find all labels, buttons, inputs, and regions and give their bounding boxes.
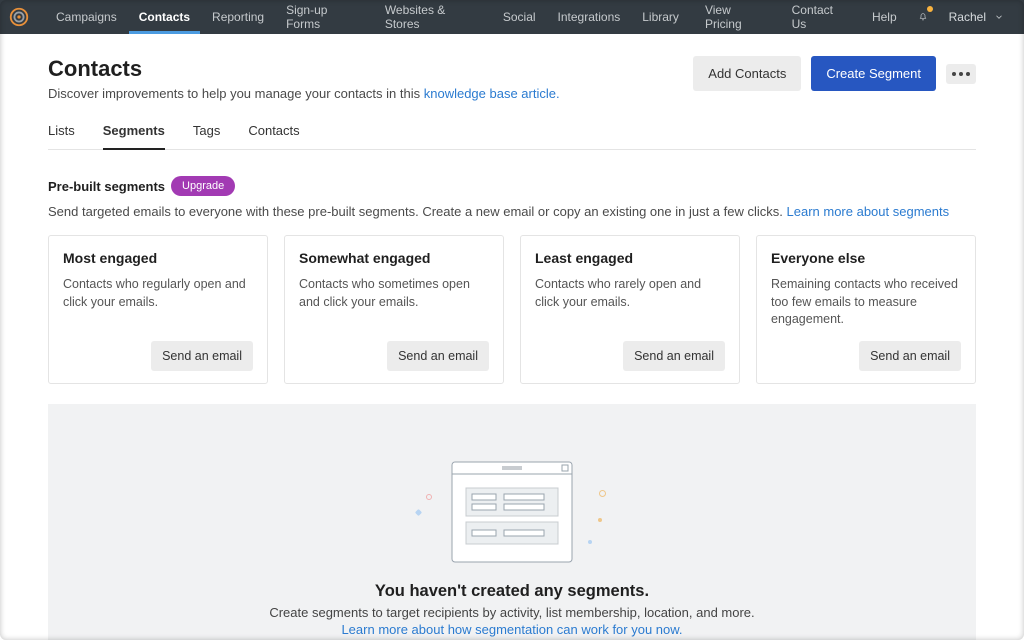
card-desc: Remaining contacts who received too few … [771, 276, 961, 329]
utility-nav: View Pricing Contact Us Help Rachel [695, 0, 1010, 34]
card-title: Least engaged [535, 250, 725, 266]
empty-state: You haven't created any segments. Create… [48, 404, 976, 640]
card-title: Most engaged [63, 250, 253, 266]
send-email-button[interactable]: Send an email [859, 341, 961, 371]
card-title: Everyone else [771, 250, 961, 266]
card-least-engaged: Least engaged Contacts who rarely open a… [520, 235, 740, 384]
send-email-button[interactable]: Send an email [623, 341, 725, 371]
card-desc: Contacts who regularly open and click yo… [63, 276, 253, 329]
more-icon [952, 72, 970, 76]
user-name: Rachel [949, 10, 986, 24]
tab-lists[interactable]: Lists [48, 123, 75, 149]
nav-campaigns[interactable]: Campaigns [46, 0, 127, 34]
segment-cards: Most engaged Contacts who regularly open… [48, 235, 976, 384]
kb-article-link[interactable]: knowledge base article. [424, 86, 560, 101]
tab-contacts[interactable]: Contacts [248, 123, 299, 149]
nav-social[interactable]: Social [493, 0, 546, 34]
brand-logo-icon[interactable] [8, 6, 30, 28]
card-most-engaged: Most engaged Contacts who regularly open… [48, 235, 268, 384]
card-desc: Contacts who sometimes open and click yo… [299, 276, 489, 329]
page-title: Contacts [48, 56, 560, 82]
tab-tags[interactable]: Tags [193, 123, 220, 149]
user-menu[interactable]: Rachel [939, 10, 1010, 24]
send-email-button[interactable]: Send an email [387, 341, 489, 371]
nav-pricing[interactable]: View Pricing [695, 0, 780, 34]
empty-learn-link[interactable]: Learn more about how segmentation can wo… [341, 622, 682, 637]
empty-desc: Create segments to target recipients by … [68, 605, 956, 620]
empty-title: You haven't created any segments. [68, 582, 956, 601]
add-contacts-button[interactable]: Add Contacts [693, 56, 801, 91]
nav-reporting[interactable]: Reporting [202, 0, 274, 34]
card-desc: Contacts who rarely open and click your … [535, 276, 725, 329]
nav-signup-forms[interactable]: Sign-up Forms [276, 0, 373, 34]
nav-library[interactable]: Library [632, 0, 689, 34]
nav-contact-us[interactable]: Contact Us [782, 0, 860, 34]
prebuilt-description: Send targeted emails to everyone with th… [48, 204, 976, 219]
upgrade-badge[interactable]: Upgrade [171, 176, 235, 196]
create-segment-button[interactable]: Create Segment [811, 56, 936, 91]
learn-segments-link[interactable]: Learn more about segments [787, 204, 950, 219]
primary-nav: Campaigns Contacts Reporting Sign-up For… [46, 0, 689, 34]
chevron-down-icon [994, 12, 1004, 22]
nav-contacts[interactable]: Contacts [129, 0, 200, 34]
empty-illustration-icon [442, 460, 582, 570]
nav-help[interactable]: Help [862, 0, 907, 34]
nav-integrations[interactable]: Integrations [548, 0, 631, 34]
card-everyone-else: Everyone else Remaining contacts who rec… [756, 235, 976, 384]
page-body: Contacts Discover improvements to help y… [0, 34, 1024, 640]
sub-tabs: Lists Segments Tags Contacts [48, 123, 976, 150]
tab-segments[interactable]: Segments [103, 123, 165, 150]
notifications-icon[interactable] [909, 0, 937, 34]
topbar: Campaigns Contacts Reporting Sign-up For… [0, 0, 1024, 34]
prebuilt-heading: Pre-built segments [48, 179, 165, 194]
card-title: Somewhat engaged [299, 250, 489, 266]
send-email-button[interactable]: Send an email [151, 341, 253, 371]
page-subtitle: Discover improvements to help you manage… [48, 86, 560, 101]
more-actions-button[interactable] [946, 64, 976, 84]
card-somewhat-engaged: Somewhat engaged Contacts who sometimes … [284, 235, 504, 384]
nav-websites-stores[interactable]: Websites & Stores [375, 0, 491, 34]
